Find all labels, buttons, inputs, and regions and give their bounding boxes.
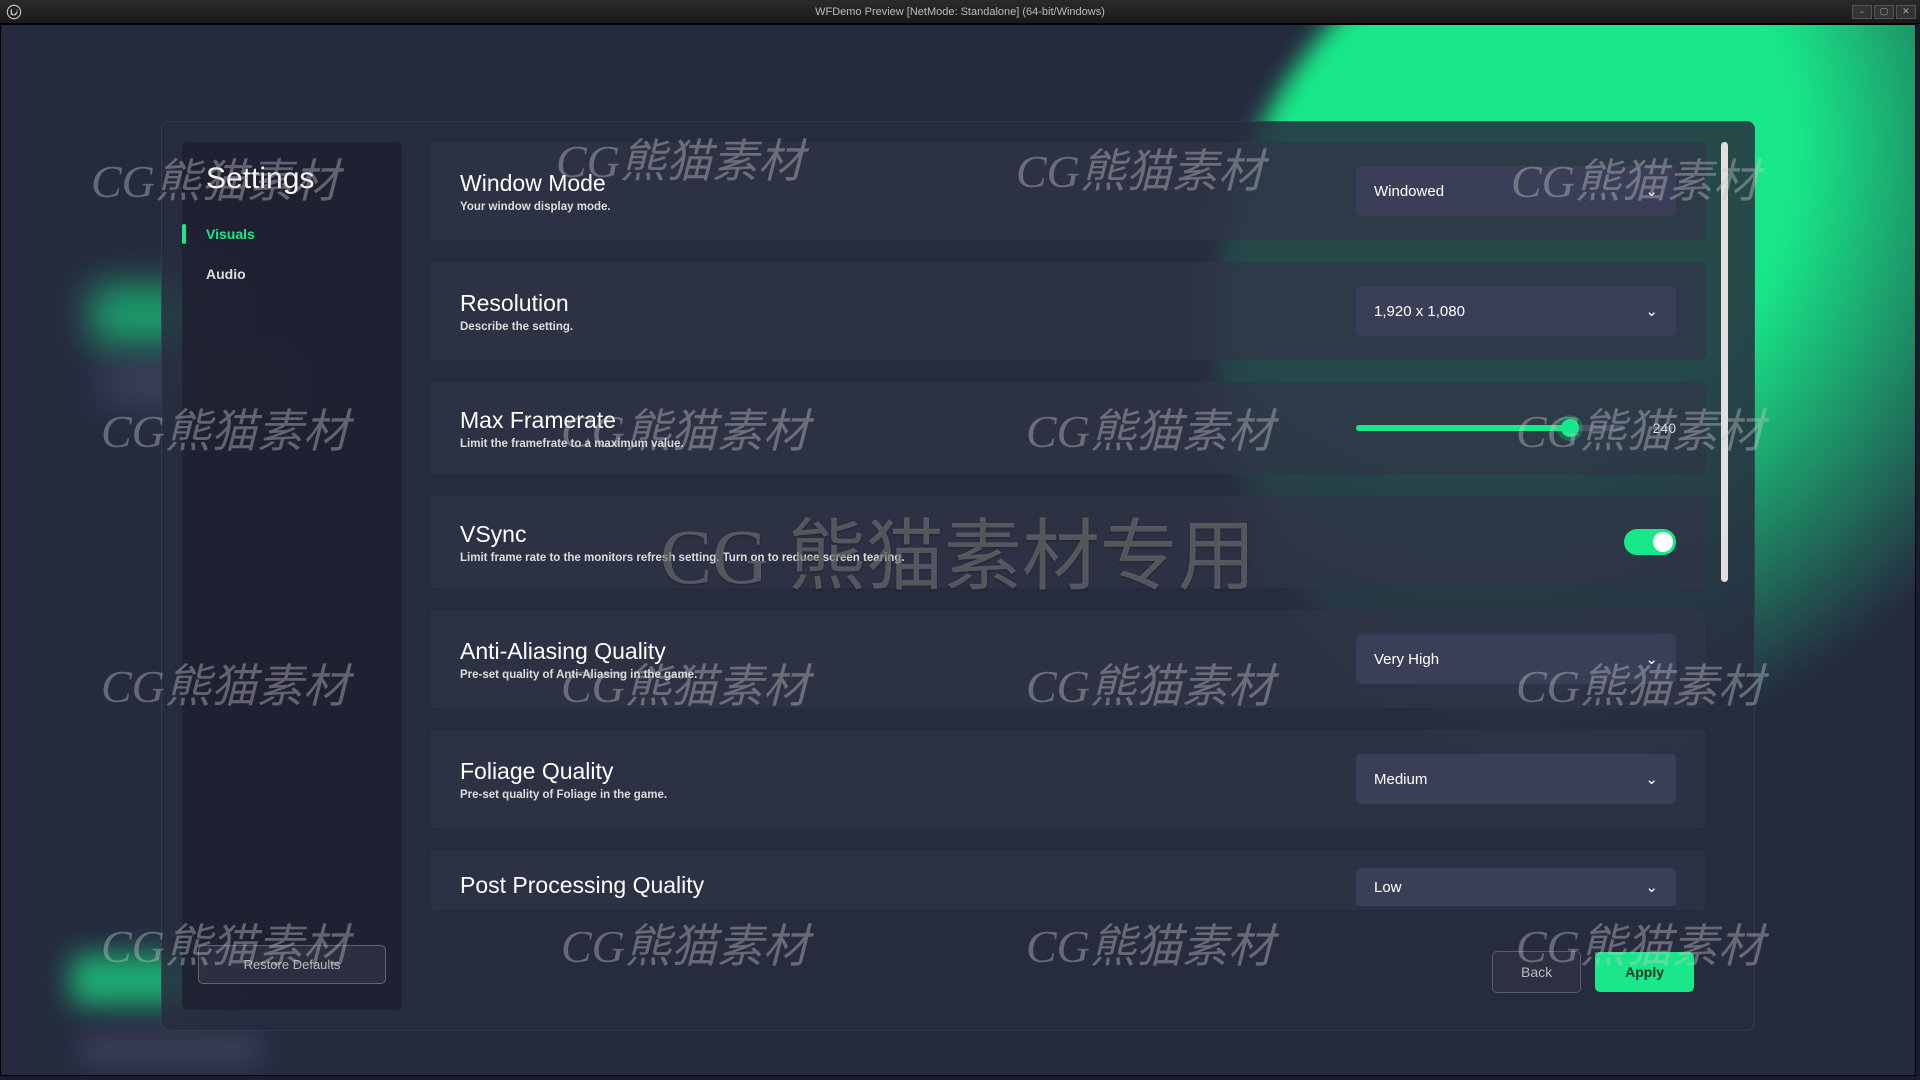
restore-defaults-button[interactable]: Restore Defaults: [198, 945, 386, 984]
setting-desc: Your window display mode.: [460, 201, 1356, 213]
setting-title: Resolution: [460, 290, 1356, 317]
back-button[interactable]: Back: [1492, 951, 1581, 993]
apply-button[interactable]: Apply: [1595, 952, 1694, 992]
dropdown-value: Very High: [1374, 651, 1439, 668]
page-title: Settings: [182, 162, 402, 214]
setting-row-post-processing: Post Processing Quality Low ⌄: [430, 850, 1706, 910]
setting-row-foliage: Foliage Quality Pre-set quality of Folia…: [430, 730, 1706, 828]
dropdown-value: Windowed: [1374, 183, 1444, 200]
setting-row-max-framerate: Max Framerate Limit the framefrate to a …: [430, 382, 1706, 474]
setting-title: Foliage Quality: [460, 758, 1356, 785]
toggle-knob: [1653, 532, 1673, 552]
setting-title: Window Mode: [460, 170, 1356, 197]
chevron-down-icon: ⌄: [1645, 182, 1658, 200]
sidebar-item-audio[interactable]: Audio: [182, 254, 402, 294]
setting-desc: Limit frame rate to the monitors refresh…: [460, 552, 1616, 564]
setting-desc: Describe the setting.: [460, 321, 1356, 333]
chevron-down-icon: ⌄: [1645, 650, 1658, 668]
chevron-down-icon: ⌄: [1645, 302, 1658, 320]
slider-fill: [1356, 425, 1570, 431]
setting-title: VSync: [460, 521, 1616, 548]
setting-title: Post Processing Quality: [460, 872, 1356, 899]
scrollbar-thumb[interactable]: [1721, 142, 1728, 582]
anti-aliasing-dropdown[interactable]: Very High ⌄: [1356, 634, 1676, 684]
setting-title: Max Framerate: [460, 407, 1356, 434]
sidebar-item-visuals[interactable]: Visuals: [182, 214, 402, 254]
chevron-down-icon: ⌄: [1645, 878, 1658, 896]
dropdown-value: Medium: [1374, 771, 1427, 788]
close-button[interactable]: ✕: [1896, 5, 1916, 19]
slider-value: 240: [1642, 420, 1676, 436]
resolution-dropdown[interactable]: 1,920 x 1,080 ⌄: [1356, 286, 1676, 336]
dropdown-value: 1,920 x 1,080: [1374, 303, 1465, 320]
window-titlebar: WFDemo Preview [NetMode: Standalone] (64…: [0, 0, 1920, 24]
settings-sidebar: Settings Visuals Audio Restore Defaults: [182, 142, 402, 1010]
setting-row-window-mode: Window Mode Your window display mode. Wi…: [430, 142, 1706, 240]
setting-title: Anti-Aliasing Quality: [460, 638, 1356, 665]
slider-thumb[interactable]: [1561, 419, 1579, 437]
chevron-down-icon: ⌄: [1645, 770, 1658, 788]
setting-row-vsync: VSync Limit frame rate to the monitors r…: [430, 496, 1706, 588]
max-framerate-slider[interactable]: [1356, 425, 1624, 431]
maximize-button[interactable]: ▢: [1874, 5, 1894, 19]
setting-row-anti-aliasing: Anti-Aliasing Quality Pre-set quality of…: [430, 610, 1706, 708]
dropdown-value: Low: [1374, 879, 1402, 896]
unreal-engine-icon: [4, 2, 24, 22]
vsync-toggle[interactable]: [1624, 529, 1676, 555]
post-processing-dropdown[interactable]: Low ⌄: [1356, 868, 1676, 906]
window-mode-dropdown[interactable]: Windowed ⌄: [1356, 166, 1676, 216]
window-title: WFDemo Preview [NetMode: Standalone] (64…: [815, 6, 1105, 18]
background-decor: [81, 1035, 261, 1065]
setting-row-resolution: Resolution Describe the setting. 1,920 x…: [430, 262, 1706, 360]
settings-footer: Back Apply: [430, 934, 1734, 1010]
foliage-dropdown[interactable]: Medium ⌄: [1356, 754, 1676, 804]
minimize-button[interactable]: −: [1852, 5, 1872, 19]
settings-panel: Settings Visuals Audio Restore Defaults …: [161, 121, 1755, 1031]
settings-main: Window Mode Your window display mode. Wi…: [430, 142, 1734, 1010]
setting-desc: Pre-set quality of Foliage in the game.: [460, 789, 1356, 801]
setting-desc: Pre-set quality of Anti-Aliasing in the …: [460, 669, 1356, 681]
game-viewport: Settings Visuals Audio Restore Defaults …: [0, 24, 1916, 1076]
setting-desc: Limit the framefrate to a maximum value.: [460, 438, 1356, 450]
